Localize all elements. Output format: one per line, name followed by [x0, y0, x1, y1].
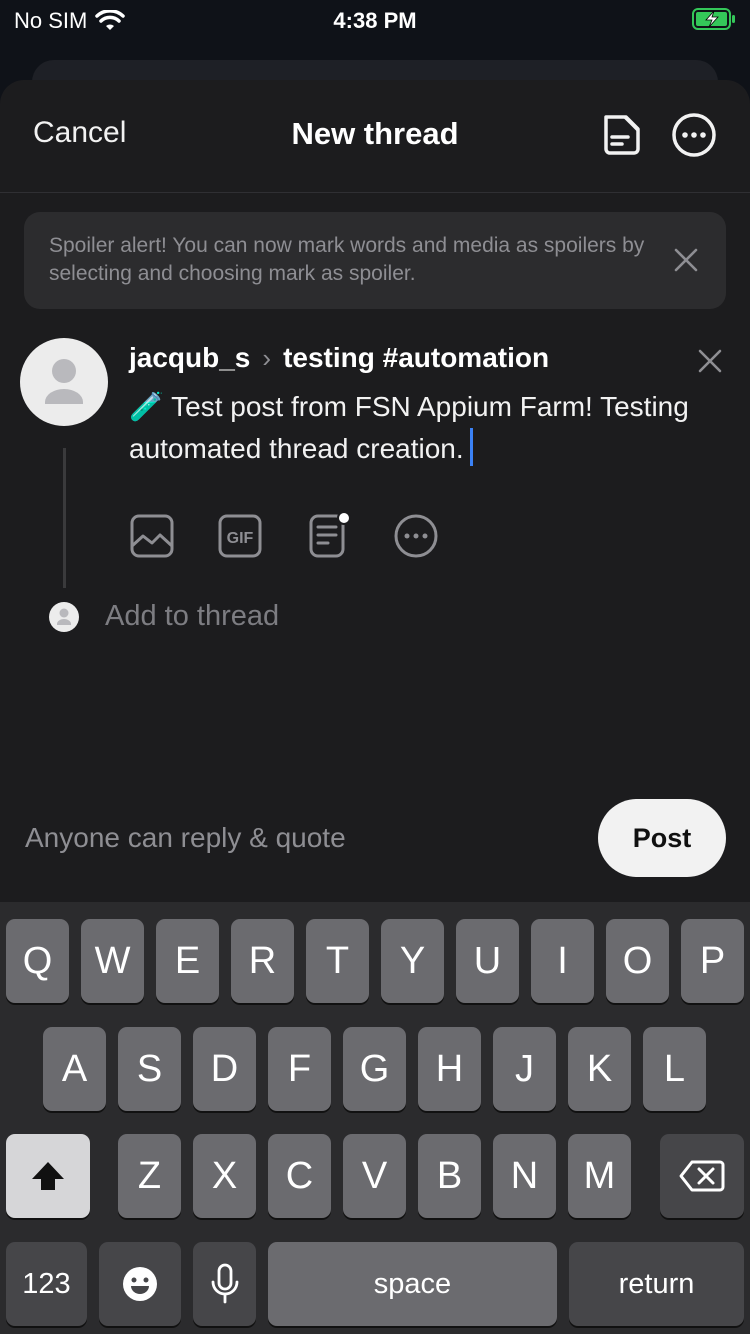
test-tube-emoji: 🧪: [129, 391, 164, 422]
space-key[interactable]: space: [268, 1242, 557, 1326]
poll-icon[interactable]: [304, 512, 352, 560]
post-button[interactable]: Post: [598, 799, 726, 877]
backspace-key[interactable]: [660, 1134, 744, 1218]
username: jacqub_s: [129, 342, 251, 373]
user-icon: [57, 608, 71, 625]
microphone-icon: [211, 1263, 238, 1304]
reply-setting-button[interactable]: Anyone can reply & quote: [25, 822, 346, 854]
post-text-input[interactable]: 🧪 Test post from FSN Appium Farm! Testin…: [129, 386, 709, 470]
key-x[interactable]: X: [193, 1134, 256, 1218]
post-header: jacqub_s › testing #automation: [129, 342, 549, 374]
key-h[interactable]: H: [418, 1027, 481, 1111]
gif-icon[interactable]: GIF: [216, 512, 264, 560]
key-v[interactable]: V: [343, 1134, 406, 1218]
image-icon[interactable]: [128, 512, 176, 560]
key-z[interactable]: Z: [118, 1134, 181, 1218]
key-l[interactable]: L: [643, 1027, 706, 1111]
key-r[interactable]: R: [231, 919, 294, 1003]
add-to-thread-input[interactable]: Add to thread: [105, 600, 279, 633]
banner-text: Spoiler alert! You can now mark words an…: [49, 234, 645, 285]
key-d[interactable]: D: [193, 1027, 256, 1111]
key-y[interactable]: Y: [381, 919, 444, 1003]
key-j[interactable]: J: [493, 1027, 556, 1111]
more-icon[interactable]: [392, 512, 440, 560]
key-u[interactable]: U: [456, 919, 519, 1003]
emoji-icon: [123, 1267, 157, 1301]
dictation-key[interactable]: [193, 1242, 256, 1326]
svg-text:GIF: GIF: [227, 530, 254, 547]
text-cursor: [469, 428, 473, 466]
user-icon: [45, 359, 83, 404]
compose-sheet: Cancel New thread Spoiler alert! You can…: [0, 80, 750, 902]
key-i[interactable]: I: [531, 919, 594, 1003]
post-text: Test post from FSN Appium Farm! Testing …: [129, 391, 689, 464]
numbers-key[interactable]: 123: [6, 1242, 87, 1326]
shift-key[interactable]: [6, 1134, 90, 1218]
keyboard: Q W E R T Y U I O P A S D F G H J K L Z …: [0, 902, 750, 1334]
close-icon[interactable]: [672, 246, 700, 274]
clock: 4:38 PM: [333, 8, 417, 33]
key-a[interactable]: A: [43, 1027, 106, 1111]
remove-post-icon[interactable]: [695, 346, 725, 376]
drafts-icon[interactable]: [598, 111, 646, 159]
key-o[interactable]: O: [606, 919, 669, 1003]
key-g[interactable]: G: [343, 1027, 406, 1111]
small-avatar: [49, 602, 79, 632]
key-t[interactable]: T: [306, 919, 369, 1003]
emoji-key[interactable]: [99, 1242, 181, 1326]
key-p[interactable]: P: [681, 919, 744, 1003]
key-n[interactable]: N: [493, 1134, 556, 1218]
key-c[interactable]: C: [268, 1134, 331, 1218]
key-f[interactable]: F: [268, 1027, 331, 1111]
thread-line: [63, 448, 66, 588]
status-bar: No SIM 4:38 PM: [0, 0, 750, 44]
shift-icon: [32, 1162, 64, 1190]
topic-tag[interactable]: testing #automation: [283, 342, 549, 374]
key-q[interactable]: Q: [6, 919, 69, 1003]
key-w[interactable]: W: [81, 919, 144, 1003]
more-options-icon[interactable]: [670, 111, 718, 159]
backspace-icon: [679, 1160, 725, 1192]
chevron-right-icon: ›: [262, 342, 272, 373]
key-k[interactable]: K: [568, 1027, 631, 1111]
key-b[interactable]: B: [418, 1134, 481, 1218]
key-s[interactable]: S: [118, 1027, 181, 1111]
avatar: [20, 338, 108, 426]
battery-charging-icon: [692, 8, 735, 30]
return-key[interactable]: return: [569, 1242, 744, 1326]
key-m[interactable]: M: [568, 1134, 631, 1218]
key-e[interactable]: E: [156, 919, 219, 1003]
nav-bar: Cancel New thread: [0, 80, 750, 193]
spoiler-banner: Spoiler alert! You can now mark words an…: [24, 212, 726, 309]
cancel-button[interactable]: Cancel: [33, 116, 126, 150]
